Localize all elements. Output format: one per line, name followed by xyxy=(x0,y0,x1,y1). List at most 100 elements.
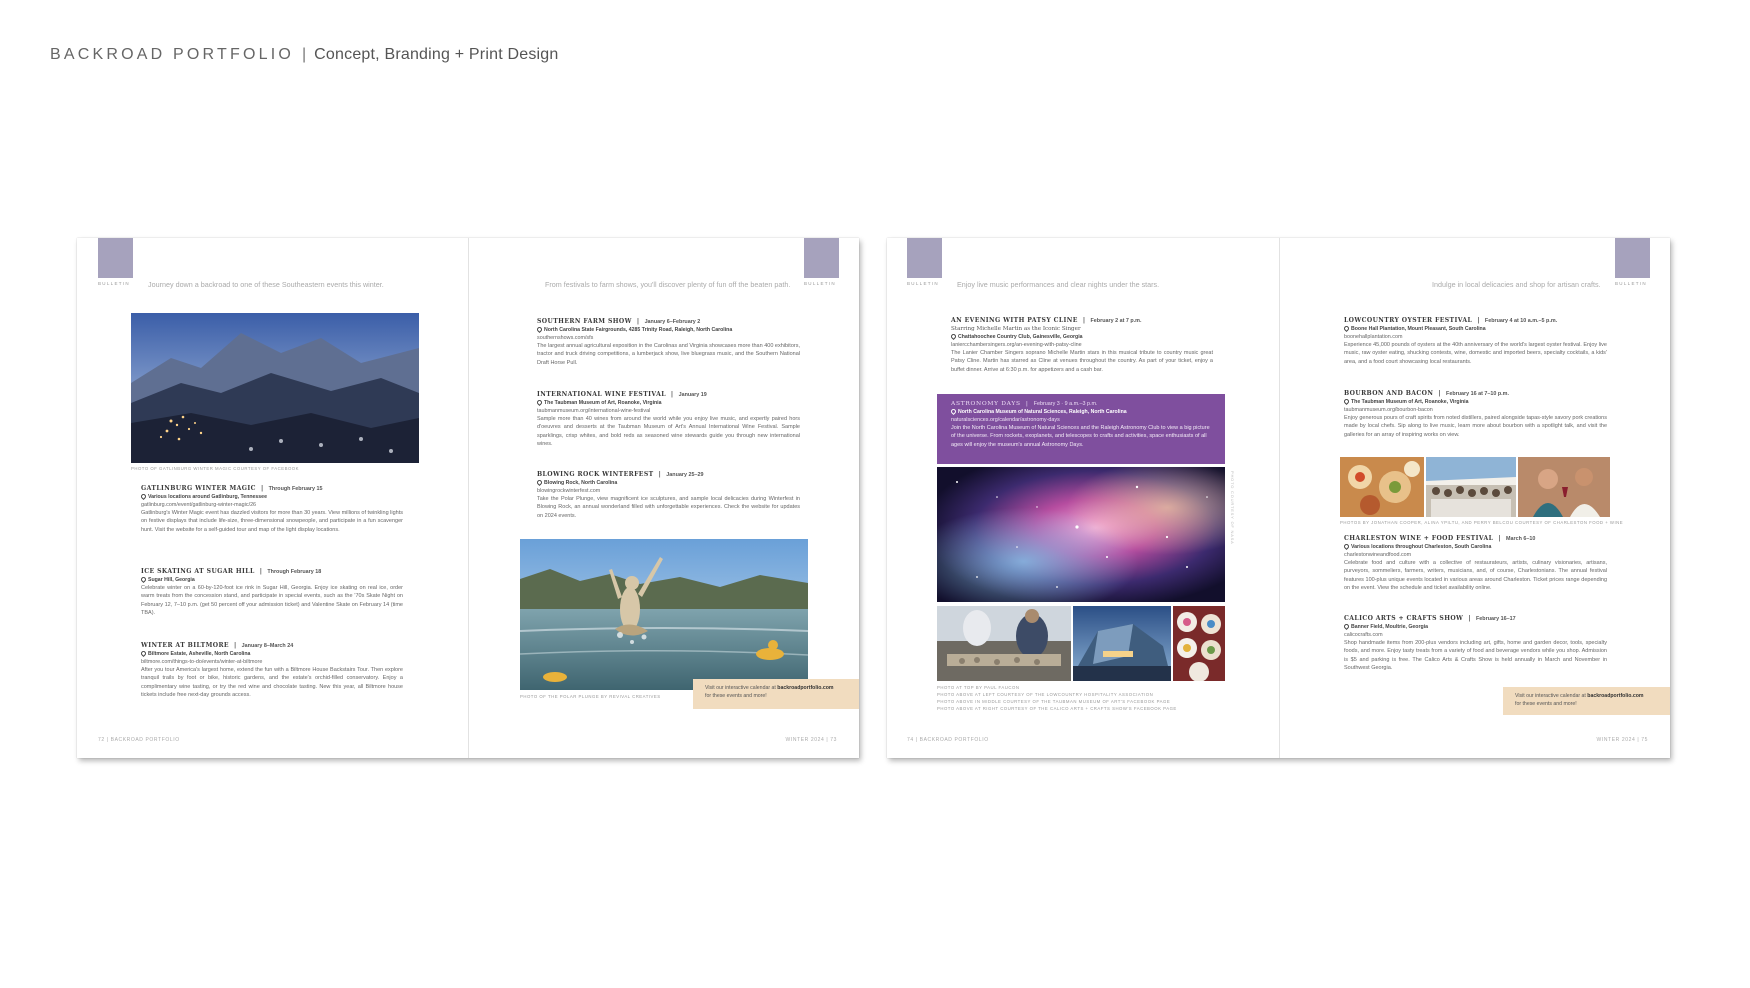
event-url[interactable]: blowingrockwinterfest.com xyxy=(537,487,800,495)
event-description: Celebrate food and culture with a collec… xyxy=(1344,560,1607,591)
event-subtitle: Starring Michelle Martin as the Iconic S… xyxy=(951,326,1081,332)
calendar-callout: Visit our interactive calendar at backro… xyxy=(693,679,859,709)
portfolio-header: BACKROAD PORTFOLIO | Concept, Branding + P… xyxy=(50,46,559,64)
bulletin-tab xyxy=(804,238,839,278)
event-location: Various locations throughout Charleston,… xyxy=(1342,542,1607,551)
event-name: CHARLESTON WINE + FOOD FESTIVAL xyxy=(1344,535,1494,542)
section-label: BULLETIN xyxy=(804,281,836,286)
event-name: INTERNATIONAL WINE FESTIVAL xyxy=(537,391,666,398)
bulletin-tab xyxy=(907,238,942,278)
location-text: Boone Hall Plantation, Mount Pleasant, S… xyxy=(1351,326,1486,332)
event-title: ASTRONOMY DAYS | February 3 · 9 a.m.–3 p… xyxy=(951,401,1098,407)
event-name: SOUTHERN FARM SHOW xyxy=(537,318,632,325)
map-pin-icon xyxy=(535,325,544,334)
event-description: Enjoy generous pours of craft spirits fr… xyxy=(1344,415,1607,438)
event-url[interactable]: calicocrafts.com xyxy=(1344,631,1607,639)
event-title: BOURBON AND BACON | February 16 at 7–10 … xyxy=(1344,390,1509,397)
map-pin-icon xyxy=(949,332,958,341)
map-pin-icon xyxy=(949,407,958,416)
location-text: Various locations around Gatlinburg, Ten… xyxy=(148,494,267,500)
event-oyster-festival: LOWCOUNTRY OYSTER FESTIVAL | February 4 … xyxy=(1342,317,1607,366)
location-text: The Taubman Museum of Art, Roanoke, Virg… xyxy=(1351,399,1469,405)
page-tagline: Indulge in local delicacies and shop for… xyxy=(1432,280,1601,289)
event-title: INTERNATIONAL WINE FESTIVAL | January 19 xyxy=(537,391,707,398)
brand-name: BACKROAD PORTFOLIO xyxy=(50,46,295,63)
event-url[interactable]: southernshows.com/sfs xyxy=(537,334,800,342)
event-calico-crafts: CALICO ARTS + CRAFTS SHOW | February 16–… xyxy=(1342,615,1607,672)
location-text: Various locations throughout Charleston,… xyxy=(1351,544,1492,550)
event-description: Celebrate winter on a 60-by-120-foot ice… xyxy=(141,585,403,616)
header-separator: | xyxy=(302,46,307,63)
event-date: February 2 at 7 p.m. xyxy=(1090,318,1142,324)
page-tagline: From festivals to farm shows, you'll dis… xyxy=(545,280,791,289)
event-location: North Carolina Museum of Natural Science… xyxy=(949,407,1211,416)
event-biltmore: WINTER AT BILTMORE | January 8–March 24 … xyxy=(139,642,403,699)
event-date: January 25–29 xyxy=(666,472,704,478)
event-location: Various locations around Gatlinburg, Ten… xyxy=(139,492,403,501)
event-location: Boone Hall Plantation, Mount Pleasant, S… xyxy=(1342,324,1607,333)
event-name: BLOWING ROCK WINTERFEST xyxy=(537,471,654,478)
event-location: Banner Field, Moultrie, Georgia xyxy=(1342,622,1607,631)
magazine-spread-2: BULLETIN Enjoy live music performances a… xyxy=(887,238,1670,758)
event-url[interactable]: taubmanmuseum.org/international-wine-fes… xyxy=(537,407,800,415)
event-location: Sugar Hill, Georgia xyxy=(139,575,403,584)
event-location: The Taubman Museum of Art, Roanoke, Virg… xyxy=(1342,397,1607,406)
page-tagline: Journey down a backroad to one of these … xyxy=(148,280,384,289)
event-wine-festival: INTERNATIONAL WINE FESTIVAL | January 19… xyxy=(535,391,800,448)
event-winterfest: BLOWING ROCK WINTERFEST | January 25–29 … xyxy=(535,471,800,520)
event-url[interactable]: biltmore.com/things-to-do/events/winter-… xyxy=(141,658,403,666)
event-description: Take the Polar Plunge, view magnificent … xyxy=(537,496,800,519)
crafts-photo xyxy=(1173,606,1225,681)
event-location: Chattahoochee Country Club, Gainesville,… xyxy=(949,332,1213,341)
event-url[interactable]: laniercchambersingers.org/an-evening-wit… xyxy=(951,341,1213,349)
event-url[interactable]: boonehallplantation.com xyxy=(1344,333,1607,341)
event-charleston-wine-food: CHARLESTON WINE + FOOD FESTIVAL | March … xyxy=(1342,535,1607,592)
event-name: ASTRONOMY DAYS xyxy=(951,401,1021,407)
location-text: The Taubman Museum of Art, Roanoke, Virg… xyxy=(544,400,662,406)
event-url[interactable]: taubmanmuseum.org/bourbon-bacon xyxy=(1344,406,1607,414)
event-description: Gatlinburg's Winter Magic event has dazz… xyxy=(141,510,404,533)
event-description: Experience 45,000 pounds of oysters at t… xyxy=(1344,342,1607,365)
event-date: January 8–March 24 xyxy=(241,643,294,649)
event-url[interactable]: charlestonwineandfood.com xyxy=(1344,551,1607,559)
bulletin-tab xyxy=(1615,238,1650,278)
event-name: BOURBON AND BACON xyxy=(1344,390,1434,397)
event-location: Blowing Rock, North Carolina xyxy=(535,478,800,487)
photo-caption: PHOTOS BY JONATHAN COOPER, ALINA YPILTU,… xyxy=(1340,520,1624,525)
event-title: CHARLESTON WINE + FOOD FESTIVAL | March … xyxy=(1344,535,1536,542)
event-title: AN EVENING WITH PATSY CLINE | February 2… xyxy=(951,317,1142,324)
event-name: GATLINBURG WINTER MAGIC xyxy=(141,485,256,492)
event-date: January 19 xyxy=(678,392,707,398)
event-date: February 16–17 xyxy=(1476,616,1516,622)
event-date: February 3 · 9 a.m.–3 p.m. xyxy=(1033,401,1098,407)
calendar-link[interactable]: backroadportfolio.com xyxy=(777,685,833,691)
event-bourbon-bacon: BOURBON AND BACON | February 16 at 7–10 … xyxy=(1342,390,1607,439)
event-url[interactable]: naturalsciences.org/calendar/astronomy-d… xyxy=(951,416,1211,424)
event-description: The largest annual agricultural expositi… xyxy=(537,343,800,366)
section-label: BULLETIN xyxy=(1615,281,1647,286)
location-text: Biltmore Estate, Asheville, North Caroli… xyxy=(148,651,251,657)
oyster-festival-photo xyxy=(937,606,1071,681)
section-label: BULLETIN xyxy=(907,281,939,286)
event-date: January 6–February 2 xyxy=(644,319,701,325)
event-name: LOWCOUNTRY OYSTER FESTIVAL xyxy=(1344,317,1473,324)
bulletin-tab xyxy=(98,238,133,278)
calendar-link[interactable]: backroadportfolio.com xyxy=(1587,693,1643,699)
gatlinburg-photo xyxy=(131,313,419,463)
event-url[interactable]: gatlinburg.com/event/gatlinburg-winter-m… xyxy=(141,501,403,509)
photo-caption: PHOTO ABOVE AT RIGHT COURTESY OF THE CAL… xyxy=(937,706,1177,711)
event-description: After you tour America's largest home, e… xyxy=(141,667,403,698)
event-title: CALICO ARTS + CRAFTS SHOW | February 16–… xyxy=(1344,615,1516,622)
map-pin-icon xyxy=(139,649,148,658)
map-pin-icon xyxy=(1342,397,1351,406)
museum-photo xyxy=(1073,606,1171,681)
spread-gutter xyxy=(468,238,469,758)
map-pin-icon xyxy=(139,575,148,584)
crowd-photo xyxy=(1426,457,1516,517)
astronomy-days-panel: ASTRONOMY DAYS | February 3 · 9 a.m.–3 p… xyxy=(937,394,1225,464)
event-description: Sample more than 40 wines from around th… xyxy=(537,416,800,447)
location-text: North Carolina State Fairgrounds, 4285 T… xyxy=(544,327,733,333)
event-name: AN EVENING WITH PATSY CLINE xyxy=(951,317,1078,324)
event-date: Through February 18 xyxy=(267,569,322,575)
event-title: LOWCOUNTRY OYSTER FESTIVAL | February 4 … xyxy=(1344,317,1558,324)
